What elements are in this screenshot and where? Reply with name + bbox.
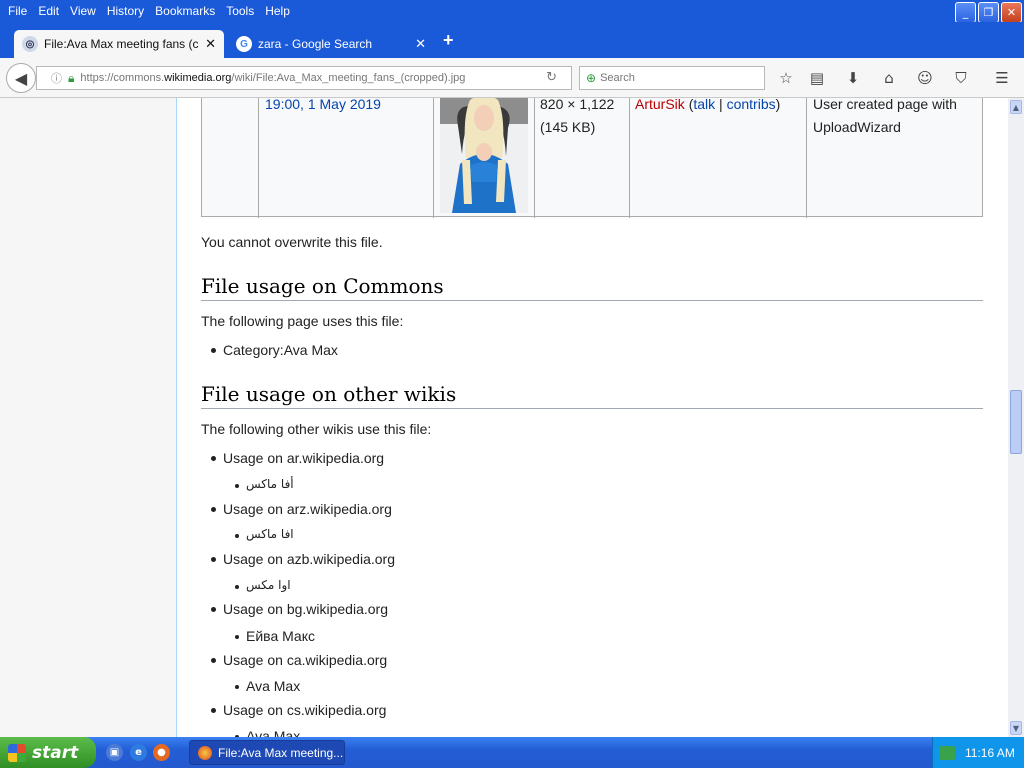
tab-title: File:Ava Max meeting fans (cr... [44, 37, 200, 51]
downloads-icon[interactable]: ⬇ [843, 68, 863, 88]
internet-explorer-icon[interactable]: e [130, 744, 147, 761]
scroll-up-arrow-icon[interactable]: ▲ [1010, 100, 1022, 114]
ava-max-thumbnail-image[interactable] [440, 98, 528, 213]
tab-close-icon[interactable]: ✕ [415, 36, 426, 52]
hamburger-menu-icon[interactable]: ☰ [992, 68, 1012, 88]
bullet [211, 557, 216, 562]
history-user: ArturSik (talk | contribs) [635, 98, 781, 112]
taskbar-firefox-window[interactable]: File:Ava Max meeting... [189, 740, 345, 765]
other-wikis-heading: File usage on other wikis [201, 382, 983, 409]
bullet [211, 607, 216, 612]
other-wikis-intro: The following other wikis use this file: [201, 421, 432, 437]
history-comment-line-2: UploadWizard [813, 119, 901, 135]
wiki-page-bg-link[interactable]: Ейва Макс [246, 628, 315, 644]
wikimedia-favicon-icon: ◎ [22, 36, 38, 52]
user-talk-link[interactable]: talk [693, 98, 715, 112]
user-link[interactable]: ArturSik [635, 98, 685, 112]
wiki-page-ar-link[interactable]: أفا ماكس [246, 477, 294, 491]
menu-edit[interactable]: Edit [38, 4, 59, 18]
new-tab-button[interactable]: + [443, 30, 454, 51]
wiki-usage-arz-label: Usage on arz.wikipedia.org [223, 501, 392, 517]
back-arrow-icon: ◀ [14, 68, 28, 88]
wiki-usage-ar-label: Usage on ar.wikipedia.org [223, 450, 385, 466]
sub-bullet [235, 534, 239, 538]
sub-bullet [235, 685, 239, 689]
url-text: https://commons.wikimedia.org/wiki/File:… [80, 72, 466, 84]
tab-close-icon[interactable]: ✕ [205, 36, 216, 52]
tab-google-search[interactable]: G zara - Google Search ✕ [228, 30, 434, 58]
minimize-button[interactable]: _ [955, 2, 976, 23]
reload-icon[interactable]: ↻ [546, 70, 557, 85]
close-window-button[interactable]: ✕ [1001, 2, 1022, 23]
back-button[interactable]: ◀ [6, 63, 36, 93]
windows-logo-icon [8, 743, 26, 762]
page-content: 19:00, 1 May 2019 820 × 1,122 (145 KB) A… [0, 98, 1008, 737]
wiki-page-azb-link[interactable]: اوا مکس [246, 578, 291, 592]
sub-bullet [235, 585, 239, 589]
bullet [211, 348, 216, 353]
commons-usage-intro: The following page uses this file: [201, 313, 404, 329]
history-comment-line-1: User created page with [813, 98, 957, 112]
menu-history[interactable]: History [107, 4, 144, 18]
bullet [211, 708, 216, 713]
vertical-scrollbar[interactable]: ▲ ▼ [1008, 98, 1024, 737]
menu-file[interactable]: File [8, 4, 27, 18]
emoji-icon[interactable]: ☺ [915, 68, 935, 88]
search-placeholder: Search [600, 72, 635, 84]
restore-button[interactable]: ❐ [978, 2, 999, 23]
wiki-page-ca-link[interactable]: Ava Max [246, 678, 300, 694]
lock-icon: 🔒︎ [68, 70, 75, 85]
home-icon[interactable]: ⌂ [879, 68, 899, 88]
pocket-icon[interactable]: ⛉ [951, 68, 971, 88]
tab-title: zara - Google Search [258, 37, 373, 51]
url-bar[interactable]: ⓘ 🔒︎ https://commons.wikimedia.org/wiki/… [36, 66, 572, 90]
wiki-page-cs-link[interactable]: Ava Max [246, 728, 300, 737]
bullet [211, 658, 216, 663]
menu-bookmarks[interactable]: Bookmarks [155, 4, 215, 18]
wiki-usage-ca-label: Usage on ca.wikipedia.org [223, 652, 388, 668]
scroll-down-arrow-icon[interactable]: ▼ [1010, 721, 1022, 735]
firefox-icon [198, 745, 212, 760]
bookmark-star-icon[interactable]: ☆ [776, 68, 796, 88]
bullet [211, 507, 216, 512]
system-tray: 11:16 AM [932, 737, 1024, 768]
sub-bullet [235, 635, 239, 639]
left-sidebar [0, 98, 177, 737]
menu-bar: File Edit View History Bookmarks Tools H… [0, 0, 1024, 23]
user-contribs-link[interactable]: contribs [727, 98, 776, 112]
search-icon: ⊕ [586, 71, 597, 85]
network-icon[interactable] [939, 745, 955, 760]
reading-list-icon[interactable]: ▤ [807, 68, 827, 88]
file-dimensions: 820 × 1,122 [540, 98, 615, 112]
overwrite-note: You cannot overwrite this file. [201, 234, 383, 250]
start-button[interactable]: start [0, 737, 96, 768]
task-title: File:Ava Max meeting... [218, 745, 344, 760]
search-input[interactable]: ⊕ Search [579, 66, 765, 90]
firefox-icon[interactable]: ● [153, 744, 170, 761]
wiki-page-arz-link[interactable]: افا ماكس [246, 527, 294, 541]
wiki-usage-bg-label: Usage on bg.wikipedia.org [223, 601, 388, 617]
history-datetime-link[interactable]: 19:00, 1 May 2019 [265, 98, 381, 116]
wiki-usage-cs-label: Usage on cs.wikipedia.org [223, 702, 387, 718]
info-icon[interactable]: ⓘ [51, 70, 62, 86]
sub-bullet [235, 484, 239, 488]
clock: 11:16 AM [965, 745, 1015, 760]
menu-help[interactable]: Help [265, 4, 290, 18]
navigation-toolbar: ◀ ⓘ 🔒︎ https://commons.wikimedia.org/wik… [0, 58, 1024, 98]
tab-strip: ◎ File:Ava Max meeting fans (cr... ✕ G z… [0, 22, 1024, 58]
tab-ava-max-file[interactable]: ◎ File:Ava Max meeting fans (cr... ✕ [14, 30, 224, 58]
menu-tools[interactable]: Tools [226, 4, 254, 18]
category-ava-max-link[interactable]: Category:Ava Max [223, 342, 338, 358]
file-size: (145 KB) [540, 119, 596, 135]
window-controls: _ ❐ ✕ [955, 2, 1022, 23]
wiki-usage-azb-label: Usage on azb.wikipedia.org [223, 551, 395, 567]
bullet [211, 456, 216, 461]
commons-usage-heading: File usage on Commons [201, 274, 983, 301]
scrollbar-thumb[interactable] [1010, 390, 1022, 454]
show-desktop-icon[interactable]: ▣ [106, 744, 123, 761]
start-label: start [32, 742, 79, 763]
menu-view[interactable]: View [70, 4, 96, 18]
windows-taskbar: start ▣ e ● File:Ava Max meeting... 11:1… [0, 737, 1024, 768]
google-favicon-icon: G [236, 36, 252, 52]
